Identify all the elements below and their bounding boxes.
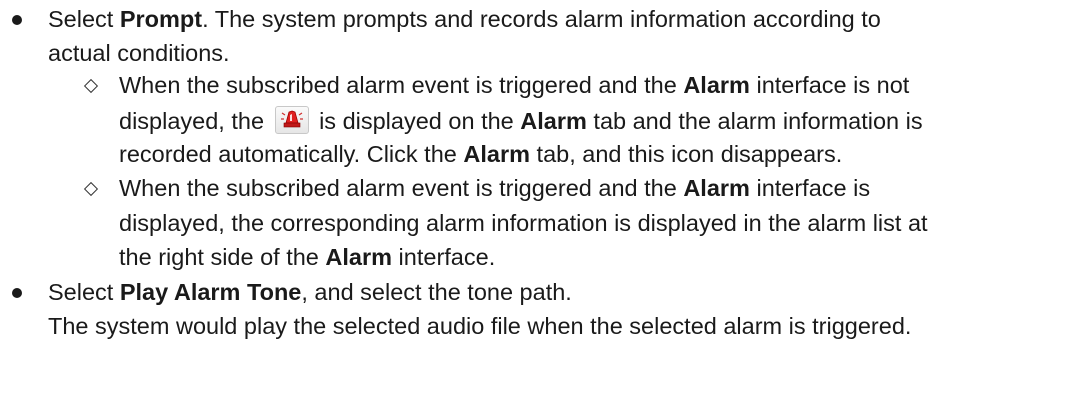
text: is displayed on the xyxy=(312,108,521,134)
bullet-2-line-2: The system would play the selected audio… xyxy=(48,312,911,341)
text: , and select the tone path. xyxy=(301,279,572,305)
sub-2-line-3: the right side of the Alarm interface. xyxy=(119,243,495,272)
bullet-2-line-1: Select Play Alarm Tone, and select the t… xyxy=(48,278,572,307)
sub-2-line-2: displayed, the corresponding alarm infor… xyxy=(119,209,928,238)
text: Select xyxy=(48,6,120,32)
text: interface is not xyxy=(749,72,910,98)
text: interface. xyxy=(392,244,496,270)
text: The system would play the selected audio… xyxy=(48,313,912,339)
bold-term-alarm: Alarm xyxy=(325,244,393,270)
bullet-dot xyxy=(12,288,22,298)
bold-term-alarm: Alarm xyxy=(683,72,750,98)
sub-1-line-2: displayed, the is displayed on the Alarm… xyxy=(119,106,923,136)
sub-2-line-1: When the subscribed alarm event is trigg… xyxy=(119,174,870,203)
diamond-bullet xyxy=(83,78,99,94)
text: Select xyxy=(48,279,120,305)
text: displayed, the xyxy=(119,108,271,134)
text: tab and the alarm information is xyxy=(586,108,923,134)
bold-term-alarm: Alarm xyxy=(683,175,750,201)
bullet-dot xyxy=(12,15,22,25)
bullet-1-line-2: actual conditions. xyxy=(48,39,230,68)
bold-term-prompt: Prompt xyxy=(119,6,203,32)
sub-1-line-1: When the subscribed alarm event is trigg… xyxy=(119,71,909,100)
text: When the subscribed alarm event is trigg… xyxy=(119,72,684,98)
text: the right side of the xyxy=(119,244,326,270)
text: interface is xyxy=(749,175,871,201)
text: displayed, the corresponding alarm infor… xyxy=(119,210,928,236)
alarm-siren-icon xyxy=(274,106,309,134)
text: tab, and this icon disappears. xyxy=(530,141,843,167)
text: actual conditions. xyxy=(48,40,230,66)
bold-term-play-alarm-tone: Play Alarm Tone xyxy=(119,279,302,305)
text: When the subscribed alarm event is trigg… xyxy=(119,175,684,201)
text: recorded automatically. Click the xyxy=(119,141,464,167)
document-body: Select Prompt. The system prompts and re… xyxy=(0,0,1080,401)
diamond-bullet xyxy=(83,181,99,197)
bullet-1-line-1: Select Prompt. The system prompts and re… xyxy=(48,5,881,34)
text: . The system prompts and records alarm i… xyxy=(202,6,881,32)
bold-term-alarm: Alarm xyxy=(463,141,531,167)
sub-1-line-3: recorded automatically. Click the Alarm … xyxy=(119,140,842,169)
bold-term-alarm: Alarm xyxy=(520,108,587,134)
